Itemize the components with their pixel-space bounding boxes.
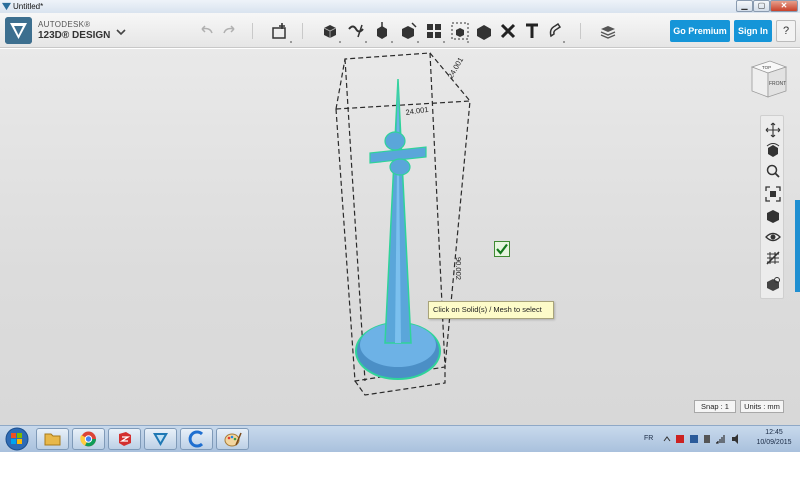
primitives-icon[interactable]	[320, 21, 340, 41]
clock-date[interactable]: 10/09/2015	[752, 439, 796, 446]
toolbar-dot	[339, 41, 341, 43]
signal-icon	[716, 435, 725, 444]
side-panel-toggle[interactable]	[795, 200, 800, 292]
toolbar-dot	[563, 41, 565, 43]
model-cross-top[interactable]	[384, 131, 406, 151]
power-icon	[704, 435, 710, 443]
view-cube[interactable]: TOP FRONT	[748, 57, 788, 101]
3d-viewport[interactable]: 24.001 24.001 90.002 Click on Solid(s) /…	[0, 49, 800, 425]
taskbar-chrome[interactable]	[72, 428, 105, 450]
close-button[interactable]: ✕	[770, 0, 798, 12]
sign-in-button[interactable]: Sign In	[734, 20, 772, 42]
system-tray	[663, 434, 738, 444]
material-view-icon[interactable]	[765, 276, 781, 292]
dimension-height-label: 90.002	[454, 257, 463, 280]
chrome-icon	[80, 431, 96, 447]
combine-icon[interactable]	[474, 21, 494, 41]
go-premium-button[interactable]: Go Premium	[670, 20, 730, 42]
taskbar-sketchup[interactable]	[108, 428, 141, 450]
fit-icon[interactable]	[765, 186, 781, 202]
modify-icon[interactable]	[398, 21, 418, 41]
visibility-icon[interactable]	[765, 229, 781, 245]
windows-taskbar: FR 12:45 10/09/2015	[0, 425, 800, 452]
window-title: Untitled*	[13, 2, 44, 11]
toolbar-dot	[467, 41, 469, 43]
view-cube-top-label: TOP	[762, 65, 771, 70]
model-cross-bottom[interactable]	[389, 158, 411, 176]
toolbar-dot	[365, 41, 367, 43]
tray-expand-icon	[663, 436, 671, 442]
below-screen-area	[0, 452, 800, 501]
dimension-width-label: 24.001	[405, 105, 429, 117]
grouping-icon[interactable]	[450, 21, 470, 41]
selection-tooltip: Click on Solid(s) / Mesh to select	[428, 301, 554, 319]
snap-setting[interactable]: Snap : 1	[694, 400, 736, 413]
text-icon[interactable]	[522, 21, 542, 41]
app-menu-button[interactable]: AUTODESK® 123D® DESIGN	[5, 17, 125, 45]
material-icon[interactable]	[598, 21, 618, 41]
orbit-icon[interactable]	[765, 142, 781, 158]
taskbar-explorer[interactable]	[36, 428, 69, 450]
ccleaner-icon	[188, 430, 204, 448]
language-indicator[interactable]: FR	[644, 435, 653, 442]
toolbar-dot	[417, 41, 419, 43]
clock-time[interactable]: 12:45	[754, 429, 794, 436]
taskbar-paint[interactable]	[216, 428, 249, 450]
pan-icon[interactable]	[765, 122, 781, 138]
network-share-icon	[690, 435, 698, 443]
toolbar-dot	[443, 41, 445, 43]
dimension-depth-label: 24.001	[446, 56, 465, 80]
toolbar-divider	[302, 23, 303, 39]
measure-icon[interactable]	[498, 21, 518, 41]
sketch-icon[interactable]	[346, 21, 366, 41]
toolbar-dot	[391, 41, 393, 43]
paint-icon	[224, 432, 242, 447]
brand-line-1: AUTODESK®	[38, 20, 91, 29]
undo-icon[interactable]	[196, 21, 216, 41]
windows-start-icon[interactable]	[3, 427, 31, 451]
sketchup-icon	[119, 432, 131, 446]
app-window: Untitled* ▁ ▢ ✕ AUTODESK® 123D® DESIGN G…	[0, 0, 800, 501]
help-button[interactable]: ?	[776, 20, 796, 42]
volume-icon	[732, 434, 738, 444]
toolbar-dot	[290, 41, 292, 43]
scene-canvas[interactable]: 24.001 24.001 90.002	[0, 49, 800, 425]
toolbar-divider	[252, 23, 253, 39]
maximize-button[interactable]: ▢	[753, 0, 770, 12]
autodesk-logo-icon	[5, 17, 32, 44]
units-setting[interactable]: Units : mm	[740, 400, 784, 413]
snap-icon[interactable]	[546, 21, 566, 41]
taskbar-123d[interactable]	[144, 428, 177, 450]
explorer-icon	[44, 433, 61, 446]
main-toolbar: AUTODESK® 123D® DESIGN Go Premium Sign I…	[0, 13, 800, 48]
app-logo-icon	[2, 2, 11, 11]
chevron-down-icon[interactable]	[115, 27, 127, 37]
view-mode-icon[interactable]	[765, 208, 781, 224]
brand-line-2: 123D® DESIGN	[38, 30, 111, 41]
taskbar-ccleaner[interactable]	[180, 428, 213, 450]
construct-icon[interactable]	[372, 21, 392, 41]
import-icon[interactable]	[270, 21, 290, 41]
grid-icon[interactable]	[765, 250, 781, 266]
navigation-toolbar	[760, 115, 784, 299]
confirm-checkbox[interactable]	[494, 241, 510, 257]
view-cube-front-label: FRONT	[769, 81, 786, 87]
check-icon	[496, 243, 508, 255]
zoom-icon[interactable]	[765, 163, 781, 179]
toolbar-divider	[580, 23, 581, 39]
pattern-icon[interactable]	[424, 21, 444, 41]
title-bar: Untitled* ▁ ▢ ✕	[0, 0, 800, 13]
security-alert-icon	[676, 435, 684, 443]
redo-icon[interactable]	[220, 21, 240, 41]
minimize-button[interactable]: ▁	[736, 0, 753, 12]
123d-icon	[153, 433, 168, 446]
